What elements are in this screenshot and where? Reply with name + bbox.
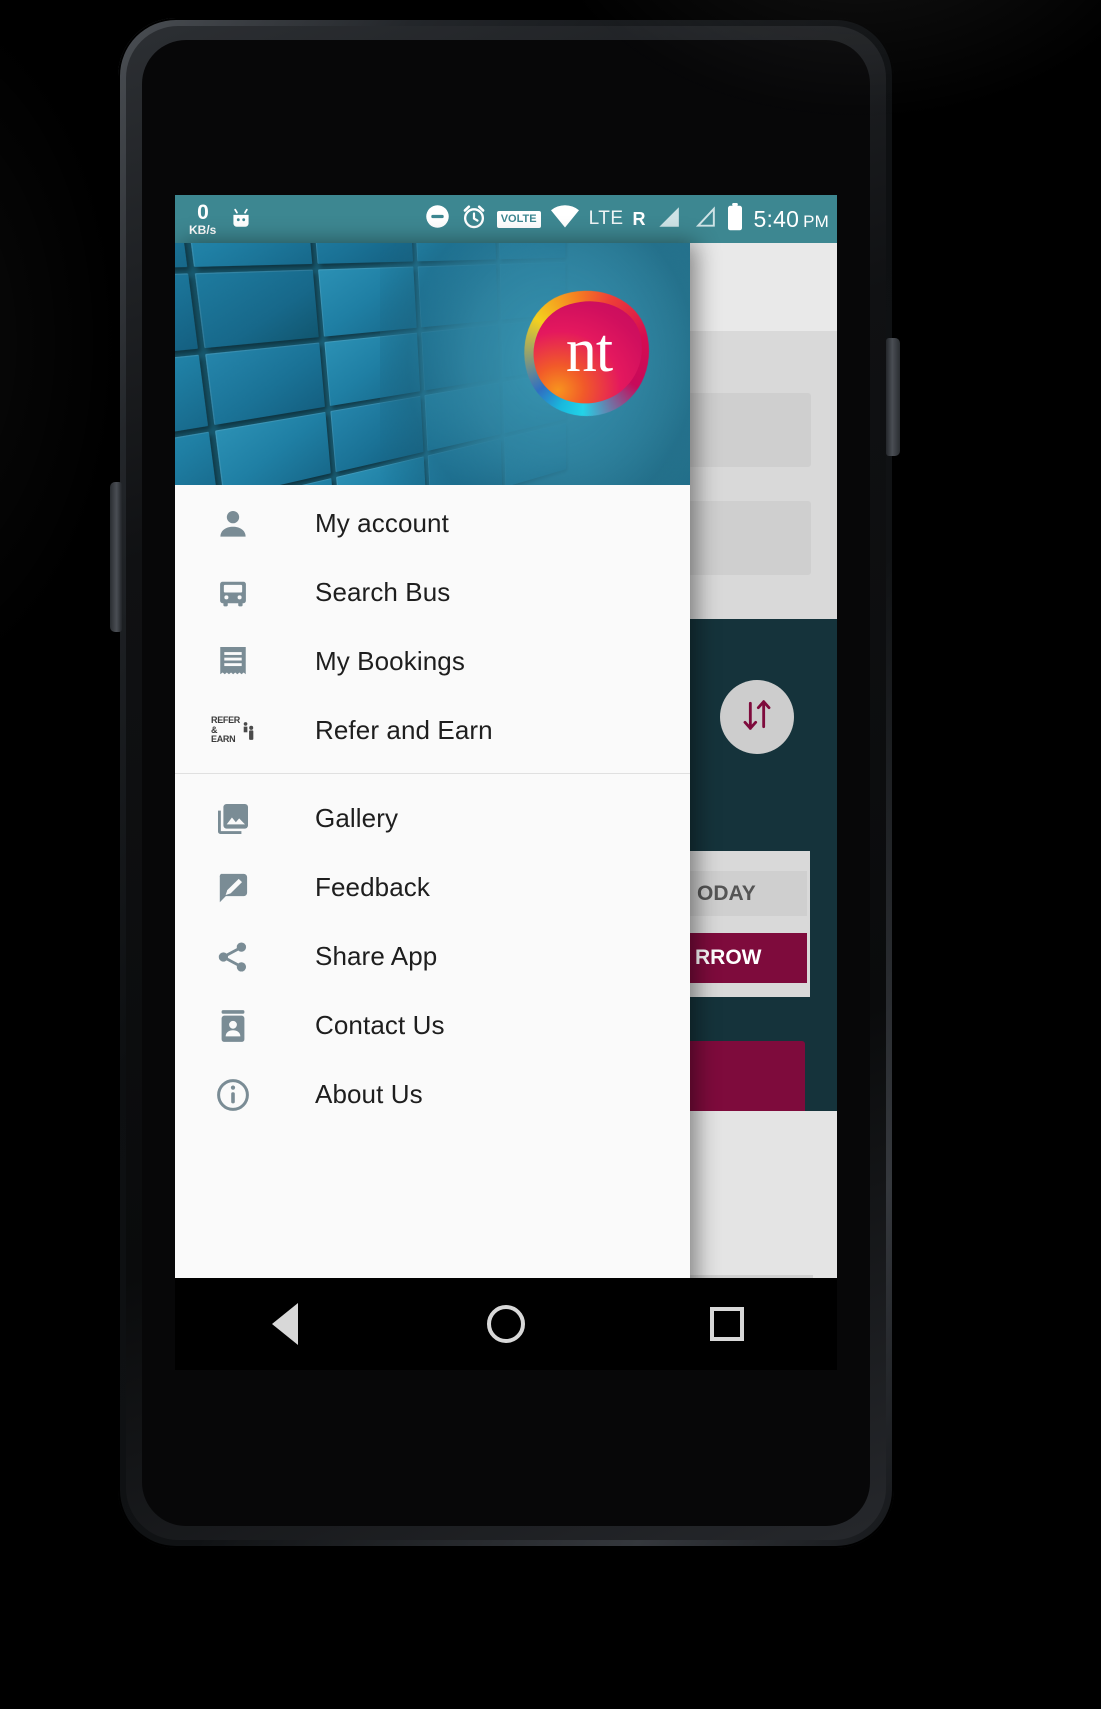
- drawer-item-refer-and-earn[interactable]: REFER & EARN Refer and Earn: [175, 696, 690, 765]
- bus-icon: [211, 571, 255, 615]
- drawer-item-label: My account: [315, 508, 449, 538]
- photo-library-icon: [211, 797, 255, 841]
- drawer-item-label: About Us: [315, 1079, 423, 1109]
- nav-back-button[interactable]: [245, 1294, 325, 1354]
- power-button[interactable]: [886, 338, 900, 456]
- logo-wordmark: nt: [565, 316, 613, 385]
- volte-badge: VOLTE: [496, 210, 541, 228]
- search-buses-button[interactable]: [687, 1041, 805, 1121]
- drawer-item-my-bookings[interactable]: My Bookings: [175, 627, 690, 696]
- navigation-drawer: nt My account Search Bus My Bookings REF…: [175, 243, 690, 1370]
- wifi-icon: [550, 204, 580, 234]
- to-field[interactable]: [687, 501, 811, 575]
- feedback-bubble-icon: [211, 866, 255, 910]
- refer-and-earn-icon: REFER & EARN: [211, 709, 255, 753]
- status-bar: 0 KB/s VOLTE LTE R 5:40 PM: [175, 195, 837, 243]
- drawer-item-about-us[interactable]: About Us: [175, 1060, 690, 1129]
- drawer-item-my-account[interactable]: My account: [175, 489, 690, 558]
- clock-period: PM: [803, 211, 829, 231]
- drawer-item-feedback[interactable]: Feedback: [175, 853, 690, 922]
- nav-home-button[interactable]: [466, 1294, 546, 1354]
- battery-full-icon: [725, 202, 745, 236]
- signal-bars-empty-icon: [690, 205, 716, 234]
- refer-icon-line2: & EARN: [211, 724, 236, 745]
- clock-time: 5:40: [753, 205, 800, 232]
- receipt-icon: [211, 640, 255, 684]
- clock: 5:40 PM: [754, 206, 829, 233]
- nt-brand-logo: nt: [509, 275, 665, 431]
- volume-button[interactable]: [110, 482, 122, 632]
- alarm-clock-icon: [460, 203, 488, 236]
- drawer-primary-group: My account Search Bus My Bookings REFER …: [175, 485, 690, 765]
- from-field[interactable]: [687, 393, 811, 467]
- person-icon: [211, 502, 255, 546]
- do-not-disturb-icon: [424, 203, 451, 235]
- drawer-secondary-group: Gallery Feedback Share App Contact Us Ab…: [175, 780, 690, 1129]
- swap-vertical-icon: [737, 695, 777, 740]
- drawer-item-label: Contact Us: [315, 1010, 445, 1040]
- device-screen: 0 KB/s VOLTE LTE R 5:40 PM ODAY RROW nt …: [175, 195, 837, 1370]
- network-speed-indicator: 0 KB/s: [189, 202, 216, 236]
- swap-locations-button[interactable]: [720, 680, 794, 754]
- drawer-item-label: My Bookings: [315, 646, 465, 676]
- drawer-item-gallery[interactable]: Gallery: [175, 784, 690, 853]
- roaming-label: R: [632, 208, 646, 229]
- network-type-label: LTE: [588, 208, 624, 229]
- drawer-item-label: Feedback: [315, 872, 430, 902]
- back-triangle-icon: [272, 1303, 299, 1345]
- contact-card-icon: [211, 1004, 255, 1048]
- drawer-item-share-app[interactable]: Share App: [175, 922, 690, 991]
- drawer-item-label: Refer and Earn: [315, 715, 493, 745]
- android-head-icon: [228, 206, 254, 233]
- network-speed-unit: KB/s: [189, 223, 217, 237]
- drawer-item-label: Share App: [315, 941, 438, 971]
- drawer-item-label: Gallery: [315, 803, 399, 833]
- drawer-divider: [175, 773, 690, 774]
- info-circle-icon: [211, 1073, 255, 1117]
- nav-recents-button[interactable]: [687, 1294, 767, 1354]
- drawer-item-contact-us[interactable]: Contact Us: [175, 991, 690, 1060]
- date-chip-today[interactable]: ODAY: [687, 871, 807, 916]
- signal-bars-icon: [655, 205, 681, 234]
- system-navigation-bar: [175, 1278, 837, 1370]
- drawer-item-search-bus[interactable]: Search Bus: [175, 558, 690, 627]
- home-circle-icon: [486, 1305, 525, 1343]
- drawer-item-label: Search Bus: [315, 577, 451, 607]
- drawer-header: nt: [175, 243, 690, 485]
- network-speed-value: 0: [197, 201, 209, 224]
- share-icon: [211, 935, 255, 979]
- recents-square-icon: [709, 1307, 744, 1341]
- date-chip-tomorrow[interactable]: RROW: [687, 933, 807, 983]
